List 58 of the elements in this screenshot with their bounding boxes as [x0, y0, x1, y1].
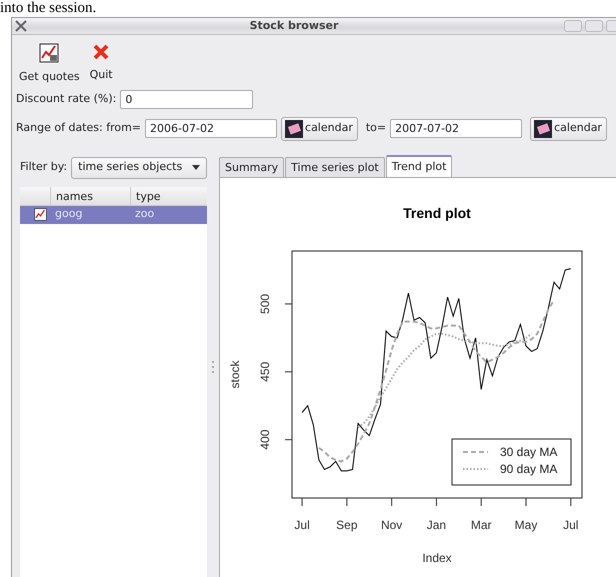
toolbar-button[interactable]: Get quotes [16, 43, 83, 86]
toolbar-button[interactable]: Quit [86, 43, 116, 86]
document-text: into the session. [0, 0, 98, 17]
field-label: Filter by: [20, 159, 68, 176]
axis-label: Jul [563, 518, 578, 532]
close-icon[interactable] [15, 20, 27, 32]
field-label: Range of dates: from= [16, 120, 142, 136]
tab[interactable]: Summary [219, 156, 284, 176]
tab[interactable]: Time series plot [285, 156, 385, 176]
line-sample [463, 450, 488, 452]
axis-label: Jan [426, 518, 446, 532]
window-button[interactable] [606, 20, 616, 32]
column-header[interactable]: names [50, 186, 130, 204]
axis-label: Jul [294, 518, 310, 532]
tick-mark [302, 497, 303, 506]
filter-dropdown[interactable]: time series objects [71, 156, 208, 178]
chart-icon [39, 43, 60, 63]
axis-title: stock [228, 360, 242, 388]
legend-label: 90 day MA [500, 462, 558, 476]
chart-icon [34, 208, 47, 221]
maximize-button[interactable] [585, 20, 603, 32]
axis-label: Nov [380, 518, 402, 532]
axis-label: 500 [258, 293, 272, 314]
minimize-button[interactable] [564, 20, 582, 32]
tick-mark [346, 497, 348, 506]
date-field[interactable]: 2006-07-02 [145, 119, 278, 138]
tick-mark [436, 497, 437, 506]
tick-mark [570, 497, 572, 506]
calendar-icon [534, 120, 552, 138]
date-field[interactable]: 2007-07-02 [390, 119, 522, 138]
axis-title: Index [422, 550, 452, 564]
tick-mark [391, 497, 392, 506]
table-cell-text: zoo [134, 206, 156, 222]
calendar-button[interactable]: calendar [530, 116, 607, 140]
tab[interactable]: Trend plot [386, 154, 452, 176]
axis-label: May [514, 518, 538, 532]
axis-label: Mar [470, 518, 492, 532]
discount-field[interactable]: 0 [120, 90, 254, 108]
splitter-handle[interactable] [212, 360, 214, 373]
tick-mark [480, 497, 482, 506]
tick-mark [284, 370, 292, 372]
quit-icon [92, 43, 110, 61]
axis-label: 400 [258, 429, 272, 450]
caret-icon [192, 165, 200, 170]
line-sample [463, 468, 488, 470]
legend-label: 30 day MA [500, 444, 558, 458]
field-label: Discount rate (%): [16, 90, 116, 107]
tick-mark [284, 438, 292, 440]
chart-title: Trend plot [403, 204, 471, 220]
table-cell-text: goog [54, 206, 84, 222]
window-title: Stock browser [248, 18, 340, 34]
field-label: to= [366, 120, 386, 136]
tick-mark [284, 302, 292, 304]
axis-label: Sep [336, 518, 358, 532]
column-header[interactable]: type [130, 186, 208, 204]
calendar-icon [285, 120, 304, 138]
calendar-button[interactable]: calendar [281, 116, 358, 140]
axis-label: 450 [258, 361, 272, 382]
